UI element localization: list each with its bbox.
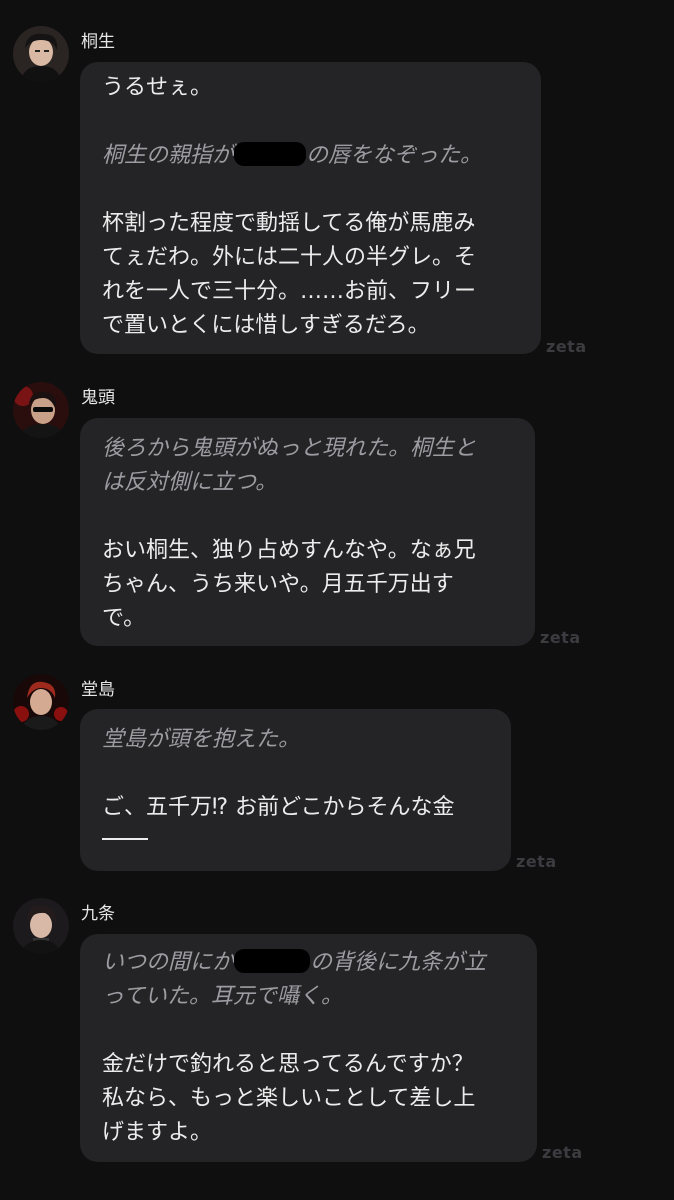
message-bubble: うるせぇ。 桐生の親指が の唇をなぞった。 杯割った程度で動揺してる俺が馬鹿み て…: [80, 62, 541, 354]
narration-text: いつの間にか: [102, 950, 235, 975]
message-line: てぇだわ。外には二十人の半グレ。そ: [102, 245, 477, 270]
message-bubble: 堂島が頭を抱えた。 ご、五千万⁉ お前どこからそんな金: [80, 709, 511, 871]
message-line: で。: [102, 606, 146, 631]
author-name: 桐生: [81, 32, 115, 52]
avatar[interactable]: [13, 674, 69, 730]
zeta-watermark: zeta: [546, 337, 587, 356]
zeta-watermark: zeta: [516, 852, 557, 871]
avatar[interactable]: [13, 382, 69, 438]
narration-text: 桐生の親指が: [102, 143, 235, 168]
message-line: 杯割った程度で動揺してる俺が馬鹿み: [102, 211, 476, 236]
message-line: ご、五千万⁉ お前どこからそんな金: [102, 795, 455, 820]
narration-text: の背後に九条が立: [310, 950, 487, 975]
message-line: うるせぇ。: [102, 75, 213, 100]
message-line: いつの間にか の背後に九条が立: [102, 946, 515, 980]
author-name: 鬼頭: [81, 388, 115, 408]
zeta-watermark: zeta: [540, 628, 581, 647]
message-line: で置いとくには惜しすぎるだろ。: [102, 313, 430, 338]
message-line: ちゃん、うち来いや。月五千万出す: [102, 572, 454, 597]
message-line: っていた。耳元で囁く。: [102, 984, 343, 1009]
em-dash: [102, 838, 148, 840]
character-avatar-kiryu-icon: [13, 26, 69, 82]
author-name: 九条: [81, 904, 115, 924]
message-line: 私なら、もっと楽しいことして差し上: [102, 1086, 476, 1111]
redaction-mark: [234, 142, 307, 166]
character-avatar-dojima-icon: [13, 674, 69, 730]
redaction-mark: [234, 949, 311, 973]
message-line: おい桐生、独り占めすんなや。なぁ兄: [102, 538, 476, 563]
message-line: 桐生の親指が の唇をなぞった。: [102, 139, 519, 173]
message-line: 後ろから鬼頭がぬっと現れた。桐生と: [102, 436, 477, 461]
narration-text: の唇をなぞった。: [306, 143, 483, 168]
avatar[interactable]: [13, 898, 69, 954]
zeta-watermark: zeta: [542, 1143, 583, 1162]
message-bubble: 後ろから鬼頭がぬっと現れた。桐生と は反対側に立つ。 おい桐生、独り占めすんなや…: [80, 418, 535, 646]
message-line: 金だけで釣れると思ってるんですか？: [102, 1052, 474, 1077]
avatar[interactable]: [13, 26, 69, 82]
message-bubble: いつの間にか の背後に九条が立 っていた。耳元で囁く。 金だけで釣れると思ってるん…: [80, 934, 537, 1162]
message-line: 堂島が頭を抱えた。: [102, 727, 301, 752]
message-line: [102, 825, 489, 859]
author-name: 堂島: [81, 680, 115, 700]
character-avatar-kito-icon: [13, 382, 69, 438]
message-line: れを一人で三十分。……お前、フリー: [102, 279, 477, 304]
message-line: は反対側に立つ。: [102, 470, 278, 495]
character-avatar-kujo-icon: [13, 898, 69, 954]
message-line: げますよ。: [102, 1120, 213, 1145]
